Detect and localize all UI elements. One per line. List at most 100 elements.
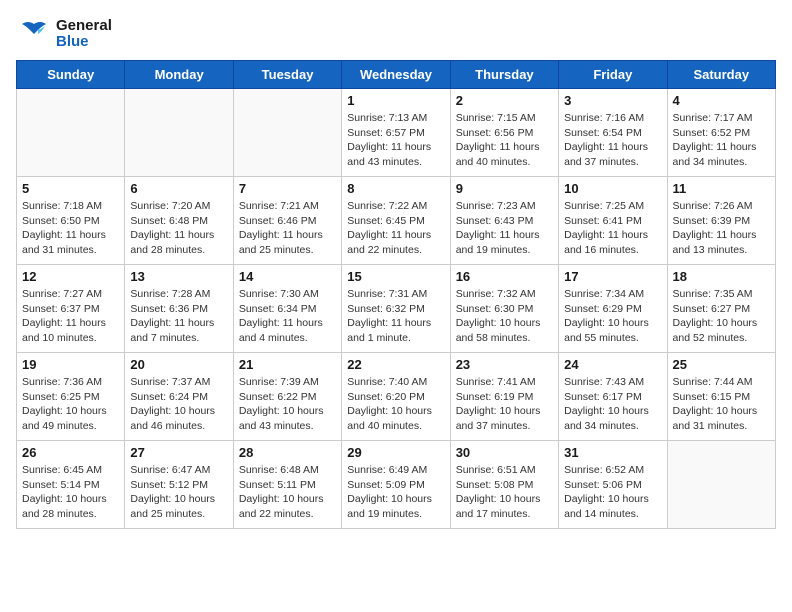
day-info: Sunrise: 7:25 AM Sunset: 6:41 PM Dayligh…	[564, 199, 661, 258]
day-info: Sunrise: 6:45 AM Sunset: 5:14 PM Dayligh…	[22, 463, 119, 522]
logo-bird-icon	[16, 16, 52, 52]
day-number: 28	[239, 445, 336, 460]
calendar-cell: 20 Sunrise: 7:37 AM Sunset: 6:24 PM Dayli…	[125, 353, 233, 441]
day-info: Sunrise: 7:35 AM Sunset: 6:27 PM Dayligh…	[673, 287, 770, 346]
day-number: 29	[347, 445, 444, 460]
day-number: 18	[673, 269, 770, 284]
weekday-header: Friday	[559, 61, 667, 89]
week-row: 5 Sunrise: 7:18 AM Sunset: 6:50 PM Daylig…	[17, 177, 776, 265]
calendar-cell: 23 Sunrise: 7:41 AM Sunset: 6:19 PM Dayli…	[450, 353, 558, 441]
day-number: 9	[456, 181, 553, 196]
day-info: Sunrise: 7:39 AM Sunset: 6:22 PM Dayligh…	[239, 375, 336, 434]
calendar-cell: 2 Sunrise: 7:15 AM Sunset: 6:56 PM Daylig…	[450, 89, 558, 177]
day-info: Sunrise: 7:18 AM Sunset: 6:50 PM Dayligh…	[22, 199, 119, 258]
calendar-cell: 8 Sunrise: 7:22 AM Sunset: 6:45 PM Daylig…	[342, 177, 450, 265]
day-number: 30	[456, 445, 553, 460]
day-info: Sunrise: 7:34 AM Sunset: 6:29 PM Dayligh…	[564, 287, 661, 346]
calendar-cell: 22 Sunrise: 7:40 AM Sunset: 6:20 PM Dayli…	[342, 353, 450, 441]
calendar-cell: 28 Sunrise: 6:48 AM Sunset: 5:11 PM Dayli…	[233, 441, 341, 529]
weekday-header-row: SundayMondayTuesdayWednesdayThursdayFrid…	[17, 61, 776, 89]
weekday-header: Wednesday	[342, 61, 450, 89]
day-number: 17	[564, 269, 661, 284]
day-number: 7	[239, 181, 336, 196]
calendar-cell: 10 Sunrise: 7:25 AM Sunset: 6:41 PM Dayli…	[559, 177, 667, 265]
calendar-cell: 26 Sunrise: 6:45 AM Sunset: 5:14 PM Dayli…	[17, 441, 125, 529]
day-info: Sunrise: 6:48 AM Sunset: 5:11 PM Dayligh…	[239, 463, 336, 522]
week-row: 1Sunrise: 7:13 AM Sunset: 6:57 PM Daylig…	[17, 89, 776, 177]
day-info: Sunrise: 7:21 AM Sunset: 6:46 PM Dayligh…	[239, 199, 336, 258]
calendar-cell: 9 Sunrise: 7:23 AM Sunset: 6:43 PM Daylig…	[450, 177, 558, 265]
logo-container: General Blue	[16, 16, 112, 52]
day-number: 20	[130, 357, 227, 372]
week-row: 19 Sunrise: 7:36 AM Sunset: 6:25 PM Dayli…	[17, 353, 776, 441]
logo-text-general: General	[56, 18, 112, 35]
calendar-cell: 16 Sunrise: 7:32 AM Sunset: 6:30 PM Dayli…	[450, 265, 558, 353]
calendar-cell: 18 Sunrise: 7:35 AM Sunset: 6:27 PM Dayli…	[667, 265, 775, 353]
calendar-cell	[17, 89, 125, 177]
weekday-header: Tuesday	[233, 61, 341, 89]
calendar-cell: 1Sunrise: 7:13 AM Sunset: 6:57 PM Daylig…	[342, 89, 450, 177]
weekday-header: Monday	[125, 61, 233, 89]
calendar-cell: 11 Sunrise: 7:26 AM Sunset: 6:39 PM Dayli…	[667, 177, 775, 265]
day-info: Sunrise: 7:41 AM Sunset: 6:19 PM Dayligh…	[456, 375, 553, 434]
calendar-cell: 6 Sunrise: 7:20 AM Sunset: 6:48 PM Daylig…	[125, 177, 233, 265]
day-number: 16	[456, 269, 553, 284]
day-info: Sunrise: 7:17 AM Sunset: 6:52 PM Dayligh…	[673, 111, 770, 170]
calendar-cell: 29Sunrise: 6:49 AM Sunset: 5:09 PM Dayli…	[342, 441, 450, 529]
day-info: Sunrise: 7:32 AM Sunset: 6:30 PM Dayligh…	[456, 287, 553, 346]
day-number: 5	[22, 181, 119, 196]
day-number: 12	[22, 269, 119, 284]
calendar-cell: 31Sunrise: 6:52 AM Sunset: 5:06 PM Dayli…	[559, 441, 667, 529]
day-info: Sunrise: 7:15 AM Sunset: 6:56 PM Dayligh…	[456, 111, 553, 170]
day-info: Sunrise: 7:26 AM Sunset: 6:39 PM Dayligh…	[673, 199, 770, 258]
calendar-cell: 21Sunrise: 7:39 AM Sunset: 6:22 PM Dayli…	[233, 353, 341, 441]
day-number: 10	[564, 181, 661, 196]
week-row: 26 Sunrise: 6:45 AM Sunset: 5:14 PM Dayli…	[17, 441, 776, 529]
calendar-cell: 27 Sunrise: 6:47 AM Sunset: 5:12 PM Dayli…	[125, 441, 233, 529]
logo: General Blue	[16, 16, 112, 52]
day-number: 3	[564, 93, 661, 108]
day-info: Sunrise: 7:43 AM Sunset: 6:17 PM Dayligh…	[564, 375, 661, 434]
day-info: Sunrise: 7:22 AM Sunset: 6:45 PM Dayligh…	[347, 199, 444, 258]
day-number: 23	[456, 357, 553, 372]
calendar-cell	[667, 441, 775, 529]
day-number: 11	[673, 181, 770, 196]
calendar-cell: 4 Sunrise: 7:17 AM Sunset: 6:52 PM Daylig…	[667, 89, 775, 177]
day-info: Sunrise: 7:44 AM Sunset: 6:15 PM Dayligh…	[673, 375, 770, 434]
calendar-cell: 30Sunrise: 6:51 AM Sunset: 5:08 PM Dayli…	[450, 441, 558, 529]
calendar-cell: 7 Sunrise: 7:21 AM Sunset: 6:46 PM Daylig…	[233, 177, 341, 265]
weekday-header: Saturday	[667, 61, 775, 89]
page-header: General Blue	[16, 16, 776, 52]
week-row: 12Sunrise: 7:27 AM Sunset: 6:37 PM Dayli…	[17, 265, 776, 353]
day-number: 25	[673, 357, 770, 372]
logo-text-blue: Blue	[56, 34, 112, 51]
day-number: 6	[130, 181, 227, 196]
day-number: 26	[22, 445, 119, 460]
day-info: Sunrise: 6:52 AM Sunset: 5:06 PM Dayligh…	[564, 463, 661, 522]
day-number: 2	[456, 93, 553, 108]
day-number: 4	[673, 93, 770, 108]
calendar-cell: 5 Sunrise: 7:18 AM Sunset: 6:50 PM Daylig…	[17, 177, 125, 265]
calendar-cell: 13Sunrise: 7:28 AM Sunset: 6:36 PM Dayli…	[125, 265, 233, 353]
day-info: Sunrise: 7:30 AM Sunset: 6:34 PM Dayligh…	[239, 287, 336, 346]
day-info: Sunrise: 7:40 AM Sunset: 6:20 PM Dayligh…	[347, 375, 444, 434]
day-info: Sunrise: 7:23 AM Sunset: 6:43 PM Dayligh…	[456, 199, 553, 258]
weekday-header: Sunday	[17, 61, 125, 89]
day-info: Sunrise: 7:13 AM Sunset: 6:57 PM Dayligh…	[347, 111, 444, 170]
day-info: Sunrise: 6:47 AM Sunset: 5:12 PM Dayligh…	[130, 463, 227, 522]
day-info: Sunrise: 7:37 AM Sunset: 6:24 PM Dayligh…	[130, 375, 227, 434]
calendar-cell: 25 Sunrise: 7:44 AM Sunset: 6:15 PM Dayli…	[667, 353, 775, 441]
calendar-cell: 24Sunrise: 7:43 AM Sunset: 6:17 PM Dayli…	[559, 353, 667, 441]
calendar-cell	[125, 89, 233, 177]
day-number: 8	[347, 181, 444, 196]
day-number: 19	[22, 357, 119, 372]
day-info: Sunrise: 7:28 AM Sunset: 6:36 PM Dayligh…	[130, 287, 227, 346]
day-number: 14	[239, 269, 336, 284]
calendar-cell: 19 Sunrise: 7:36 AM Sunset: 6:25 PM Dayli…	[17, 353, 125, 441]
day-number: 22	[347, 357, 444, 372]
calendar-cell: 17 Sunrise: 7:34 AM Sunset: 6:29 PM Dayli…	[559, 265, 667, 353]
day-number: 27	[130, 445, 227, 460]
day-info: Sunrise: 7:36 AM Sunset: 6:25 PM Dayligh…	[22, 375, 119, 434]
calendar-cell	[233, 89, 341, 177]
day-info: Sunrise: 7:20 AM Sunset: 6:48 PM Dayligh…	[130, 199, 227, 258]
